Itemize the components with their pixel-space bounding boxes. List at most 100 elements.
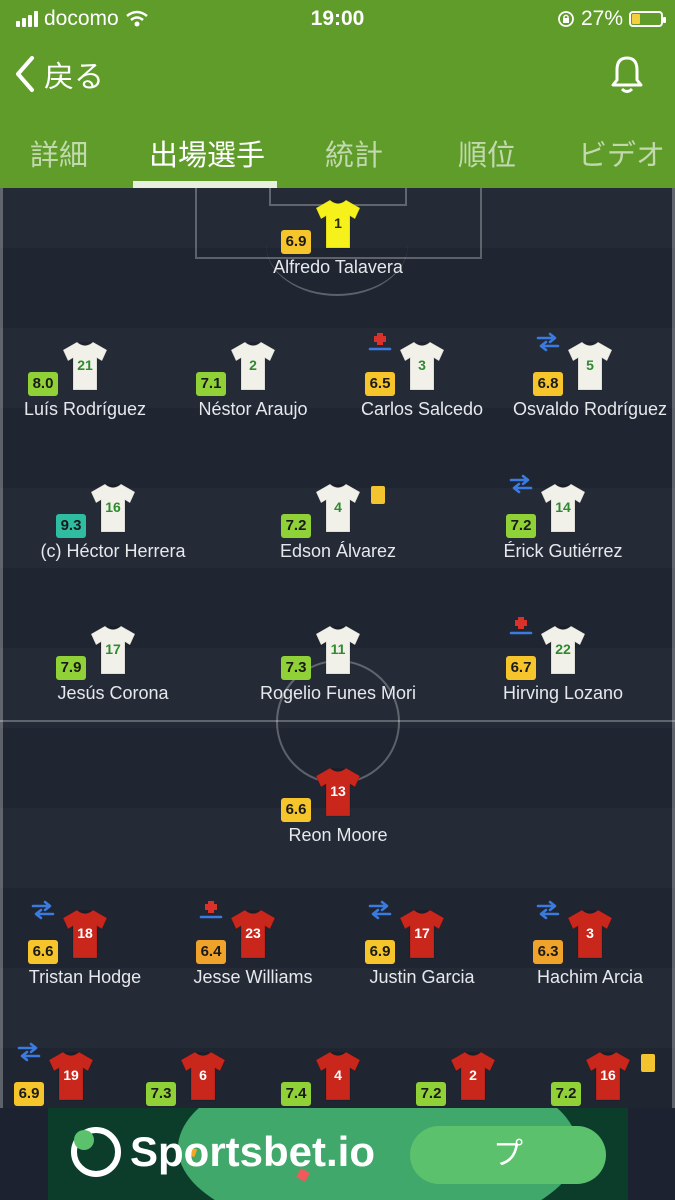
shirt-number: 4 [334, 1067, 342, 1083]
player-shirt: 3 [398, 340, 446, 392]
home-player-14[interactable]: 14 7.2 Érick Gutiérrez [478, 474, 648, 582]
player-name: Néstor Araujo [198, 399, 308, 419]
home-player-5[interactable]: 5 6.8 Osvaldo Rodríguez [505, 332, 675, 440]
ad-brand: Sportsbet.io [130, 1128, 376, 1175]
tab-standings[interactable]: 順位 [458, 132, 516, 174]
player-rating: 6.9 [365, 940, 395, 964]
away-player-17[interactable]: 17 6.9 Justin Garcia [337, 900, 507, 1008]
shirt-number: 11 [330, 641, 346, 657]
player-shirt: 14 [539, 482, 587, 534]
player-name: (c) Héctor Herrera [40, 541, 186, 561]
shirt-number: 6 [199, 1067, 207, 1083]
player-shirt: 6 [179, 1050, 227, 1102]
sportsbet-logo-icon [71, 1127, 121, 1177]
shirt-number: 2 [469, 1067, 477, 1083]
shirt-number: 5 [586, 357, 594, 373]
player-name: Tristan Hodge [28, 967, 142, 987]
substitution-icon [31, 900, 55, 920]
shirt-number: 17 [105, 641, 121, 657]
player-rating: 7.2 [506, 514, 536, 538]
player-shirt: 16 [89, 482, 137, 534]
shirt-number: 4 [334, 499, 342, 515]
player-name: Hirving Lozano [502, 683, 624, 703]
tab-bar: 詳細 出場選手 統計 順位 ビデオ [0, 128, 675, 188]
player-rating: 7.2 [416, 1082, 446, 1106]
ad-creative[interactable]: Sportsbet.io プ [48, 1108, 628, 1200]
substitution-icon [536, 900, 560, 920]
home-player-4[interactable]: 4 7.2 Edson Álvarez [253, 482, 423, 582]
substitution-icon [509, 474, 533, 494]
player-rating: 6.9 [14, 1082, 44, 1106]
shirt-number: 3 [586, 925, 594, 941]
player-rating: 6.8 [533, 372, 563, 396]
shirt-number: 21 [77, 357, 93, 373]
tab-lineups[interactable]: 出場選手 [149, 132, 265, 174]
player-rating: 6.3 [533, 940, 563, 964]
ad-banner[interactable]: Sportsbet.io プ [0, 1108, 675, 1200]
player-rating: 7.4 [281, 1082, 311, 1106]
home-player-3[interactable]: 3 6.5 Carlos Salcedo [337, 333, 507, 440]
away-player-23[interactable]: 23 6.4 Jesse Williams [168, 901, 338, 1008]
player-name: Reon Moore [288, 825, 388, 845]
tab-details[interactable]: 詳細 [30, 132, 88, 174]
notification-button[interactable] [609, 54, 645, 99]
injury-icon [368, 333, 392, 351]
player-name: Edson Álvarez [279, 541, 397, 561]
orientation-lock-icon [558, 11, 574, 27]
player-shirt: 2 [229, 340, 277, 392]
player-name: Justin Garcia [369, 967, 475, 987]
away-player-13[interactable]: 13 6.6 Reon Moore [253, 766, 423, 866]
player-rating: 6.4 [196, 940, 226, 964]
shirt-number: 2 [249, 357, 257, 373]
home-player-16[interactable]: 16 9.3 (c) Héctor Herrera [28, 482, 198, 582]
player-shirt: 1 [314, 198, 362, 250]
battery-percent: 27% [580, 7, 623, 30]
player-shirt: 19 [47, 1050, 95, 1102]
bell-icon [611, 56, 643, 93]
away-player-3[interactable]: 3 6.3 Hachim Arcia [505, 900, 675, 1008]
active-tab-indicator [133, 181, 277, 188]
player-shirt: 16 [584, 1050, 632, 1102]
injury-icon [509, 617, 533, 635]
player-rating: 7.2 [551, 1082, 581, 1106]
status-right: 27% [557, 7, 666, 31]
tab-stats[interactable]: 統計 [325, 132, 383, 174]
player-shirt: 5 [566, 340, 614, 392]
player-shirt: 4 [314, 482, 362, 534]
nav-bar: 戻る [0, 50, 675, 100]
player-name: Alfredo Talavera [273, 257, 403, 277]
player-shirt: 4 [314, 1050, 362, 1102]
player-rating: 6.9 [281, 230, 311, 254]
shirt-number: 23 [245, 925, 261, 941]
player-rating: 7.3 [146, 1082, 176, 1106]
home-player-22[interactable]: 22 6.7 Hirving Lozano [478, 617, 648, 724]
player-rating: 7.9 [56, 656, 86, 680]
player-shirt: 18 [61, 908, 109, 960]
shirt-number: 22 [555, 641, 571, 657]
back-button[interactable]: 戻る [14, 52, 104, 96]
battery-icon [629, 11, 666, 27]
away-player-18[interactable]: 18 6.6 Tristan Hodge [0, 900, 170, 1008]
shirt-number: 1 [334, 215, 342, 231]
player-name: Rogelio Funes Mori [259, 683, 417, 703]
ad-cta-button[interactable]: プ [410, 1126, 606, 1184]
shirt-number: 3 [418, 357, 426, 373]
home-player-17[interactable]: 17 7.9 Jesús Corona [28, 624, 198, 724]
ad-logo: Sportsbet.io [70, 1126, 375, 1178]
player-shirt: 13 [314, 766, 362, 818]
player-rating: 7.3 [281, 656, 311, 680]
home-player-2[interactable]: 2 7.1 Néstor Araujo [168, 340, 338, 440]
player-shirt: 21 [61, 340, 109, 392]
home-player-21[interactable]: 21 8.0 Luís Rodríguez [0, 340, 170, 440]
tab-video[interactable]: ビデオ [578, 132, 665, 174]
home-player-11[interactable]: 11 7.3 Rogelio Funes Mori [253, 624, 423, 724]
away-player-16[interactable]: 16 7.2 [523, 1050, 675, 1113]
player-rating: 6.7 [506, 656, 536, 680]
player-rating: 7.2 [281, 514, 311, 538]
player-name: Jesse Williams [193, 967, 313, 987]
app-header: docomo 19:00 27% 戻る 詳細 出場選手 統計 順位 ビデオ [0, 0, 675, 188]
player-name: Érick Gutiérrez [503, 541, 623, 561]
home-player-1[interactable]: 1 6.9 Alfredo Talavera [253, 198, 423, 298]
injury-icon [199, 901, 223, 919]
yellow-card-icon [641, 1054, 655, 1072]
